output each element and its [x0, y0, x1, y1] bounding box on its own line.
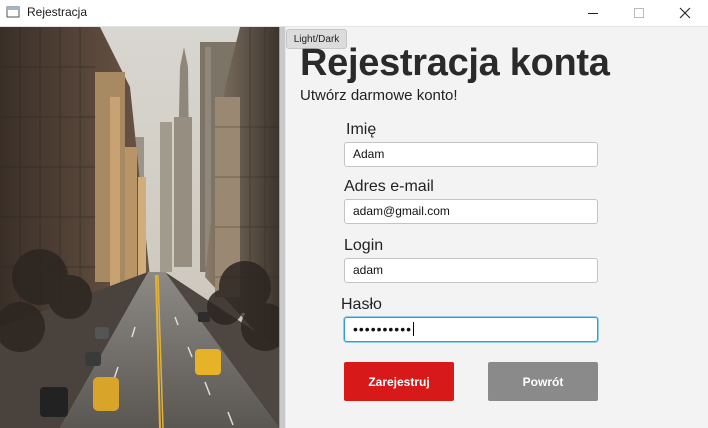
email-label: Adres e-mail [344, 178, 434, 195]
back-button[interactable]: Powrót [488, 362, 598, 401]
page-subtitle: Utwórz darmowe konto! [300, 87, 458, 104]
split-pane-divider[interactable] [279, 27, 286, 428]
register-button[interactable]: Zarejestruj [344, 362, 454, 401]
minimize-icon [588, 13, 598, 14]
page-title: Rejestracja konta [300, 42, 610, 84]
password-label: Hasło [341, 296, 382, 313]
password-mask: •••••••••• [353, 321, 413, 337]
city-street-photo [0, 27, 279, 428]
email-field[interactable]: adam@gmail.com [344, 199, 598, 224]
maximize-button[interactable] [616, 0, 662, 26]
minimize-button[interactable] [570, 0, 616, 26]
name-label: Imię [346, 121, 377, 138]
title-bar: Rejestracja [0, 0, 708, 27]
close-icon [679, 7, 691, 19]
city-street-illustration [0, 27, 279, 428]
maximize-icon [634, 8, 644, 18]
window-title: Rejestracja [27, 5, 88, 19]
text-caret [413, 322, 415, 336]
login-field[interactable]: adam [344, 258, 598, 283]
login-label: Login [344, 237, 384, 254]
name-field[interactable]: Adam [344, 142, 598, 167]
close-button[interactable] [662, 0, 708, 26]
password-field[interactable]: •••••••••• [344, 317, 598, 342]
app-window-icon [6, 6, 20, 18]
